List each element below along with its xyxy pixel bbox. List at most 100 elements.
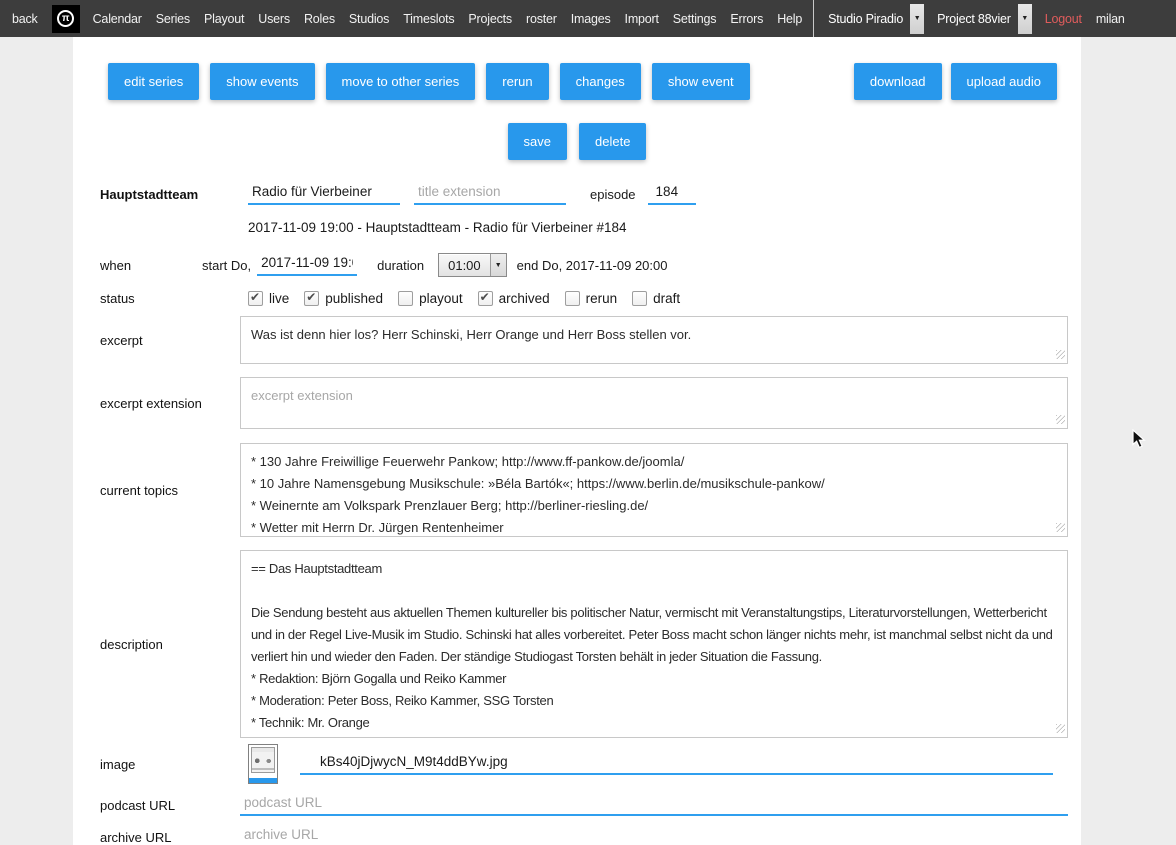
excerpt-textarea[interactable]: Was ist denn hier los? Herr Schinski, He… [240, 316, 1068, 364]
logout-link[interactable]: Logout [1035, 12, 1092, 26]
project-select-value: Project 88vier [930, 4, 1018, 34]
edit-series-button[interactable]: edit series [108, 63, 199, 100]
download-button[interactable]: download [854, 63, 942, 100]
archive-url-label: archive URL [100, 830, 240, 845]
status-label: status [100, 291, 240, 306]
changes-button[interactable]: changes [560, 63, 641, 100]
archive-url-row: archive URL [100, 826, 1068, 845]
main-content: edit series show events move to other seri… [73, 37, 1081, 845]
description-row: description == Das Hauptstadtteam Die Se… [100, 550, 1068, 738]
mouse-cursor [1132, 429, 1150, 449]
nav-item-series[interactable]: Series [149, 12, 197, 26]
when-row: when start Do, duration 01:00 ▼ end Do, … [100, 253, 1068, 277]
title-extension-input[interactable] [414, 183, 566, 205]
status-row: status live published playout archived rerun… [100, 291, 1068, 306]
nav-item-back[interactable]: back [8, 12, 46, 26]
episode-input[interactable] [648, 183, 696, 205]
username-label: milan [1092, 12, 1139, 26]
draft-checkbox[interactable] [632, 291, 647, 306]
checkbox-label: archived [499, 291, 550, 306]
excerpt-extension-textarea[interactable] [240, 377, 1068, 429]
archived-checkbox[interactable] [478, 291, 493, 306]
excerpt-label: excerpt [100, 333, 240, 348]
status-checkbox-live[interactable]: live [248, 291, 289, 306]
project-select[interactable]: Project 88vier ▼ [930, 4, 1032, 34]
save-button[interactable]: save [508, 123, 567, 160]
start-day-label: start Do, [202, 258, 251, 273]
show-events-button[interactable]: show events [210, 63, 314, 100]
toolbar-left-group: edit series show events move to other seri… [108, 63, 750, 100]
rerun-button[interactable]: rerun [486, 63, 548, 100]
playout-checkbox[interactable] [398, 291, 413, 306]
chevron-down-icon[interactable]: ▼ [1018, 4, 1032, 34]
checkbox-label: published [325, 291, 383, 306]
pi-logo-icon: π [57, 10, 74, 27]
nav-item-timeslots[interactable]: Timeslots [396, 12, 461, 26]
nav-item-studios[interactable]: Studios [342, 12, 396, 26]
current-topics-row: current topics * 130 Jahre Freiwillige F… [100, 443, 1068, 537]
duration-select[interactable]: 01:00 ▼ [438, 253, 507, 277]
status-checkbox-rerun[interactable]: rerun [565, 291, 618, 306]
upload-audio-button[interactable]: upload audio [951, 63, 1057, 100]
nav-item-users[interactable]: Users [251, 12, 297, 26]
current-topics-textarea[interactable]: * 130 Jahre Freiwillige Feuerwehr Pankow… [240, 443, 1068, 537]
checkbox-label: draft [653, 291, 680, 306]
chevron-down-icon[interactable]: ▼ [910, 4, 924, 34]
nav-items: CalendarSeriesPlayoutUsersRolesStudiosTi… [86, 12, 810, 26]
nav-item-roster[interactable]: roster [519, 12, 564, 26]
nav-item-calendar[interactable]: Calendar [86, 12, 149, 26]
excerpt-extension-row: excerpt extension [100, 377, 1068, 429]
status-checkbox-archived[interactable]: archived [478, 291, 550, 306]
excerpt-row: excerpt Was ist denn hier los? Herr Schi… [100, 316, 1068, 364]
studio-select[interactable]: Studio Piradio ▼ [821, 4, 924, 34]
status-checkbox-playout[interactable]: playout [398, 291, 463, 306]
title-row: Hauptstadtteam episode [100, 183, 1068, 205]
title-input[interactable] [248, 183, 400, 205]
image-thumbnail[interactable] [248, 744, 278, 784]
image-filename-input[interactable] [300, 753, 1053, 775]
piradio-logo[interactable]: π [52, 5, 80, 33]
status-checkboxes: live published playout archived rerun draft [248, 291, 695, 306]
thumbnail-picture [251, 747, 275, 773]
episode-label: episode [590, 187, 636, 202]
rerun-checkbox[interactable] [565, 291, 580, 306]
description-textarea[interactable]: == Das Hauptstadtteam Die Sendung besteh… [240, 550, 1068, 738]
nav-item-help[interactable]: Help [770, 12, 809, 26]
status-checkbox-draft[interactable]: draft [632, 291, 680, 306]
nav-item-import[interactable]: Import [618, 12, 666, 26]
top-navbar: back π CalendarSeriesPlayoutUsersRolesSt… [0, 0, 1176, 37]
show-event-button[interactable]: show event [652, 63, 750, 100]
nav-item-errors[interactable]: Errors [723, 12, 770, 26]
image-row: image [100, 744, 1068, 784]
duration-select-value: 01:00 [439, 254, 490, 276]
podcast-url-row: podcast URL [100, 794, 1068, 816]
toolbar-row-2: save delete [73, 123, 1081, 160]
checkbox-label: live [269, 291, 289, 306]
delete-button[interactable]: delete [579, 123, 646, 160]
series-name-label: Hauptstadtteam [100, 187, 240, 202]
toolbar-row-1: edit series show events move to other seri… [108, 63, 1057, 100]
image-label: image [100, 757, 240, 772]
podcast-url-label: podcast URL [100, 798, 240, 813]
live-checkbox[interactable] [248, 291, 263, 306]
toolbar-right-group: downloadupload audio [854, 63, 1057, 100]
chevron-down-icon[interactable]: ▼ [490, 254, 506, 276]
move-to-other-series-button[interactable]: move to other series [326, 63, 476, 100]
description-label: description [100, 637, 240, 652]
nav-item-roles[interactable]: Roles [297, 12, 342, 26]
checkbox-label: playout [419, 291, 463, 306]
published-checkbox[interactable] [304, 291, 319, 306]
archive-url-input[interactable] [240, 826, 1068, 845]
nav-item-projects[interactable]: Projects [461, 12, 519, 26]
podcast-url-input[interactable] [240, 794, 1068, 816]
nav-item-playout[interactable]: Playout [197, 12, 251, 26]
checkbox-label: rerun [586, 291, 618, 306]
thumbnail-blue-strip [249, 778, 277, 783]
computed-title-text: 2017-11-09 19:00 - Hauptstadtteam - Radi… [248, 220, 1081, 235]
end-datetime-text: end Do, 2017-11-09 20:00 [517, 258, 668, 273]
nav-item-settings[interactable]: Settings [666, 12, 724, 26]
excerpt-extension-label: excerpt extension [100, 396, 240, 411]
start-datetime-input[interactable] [257, 254, 357, 276]
nav-item-images[interactable]: Images [564, 12, 618, 26]
status-checkbox-published[interactable]: published [304, 291, 383, 306]
